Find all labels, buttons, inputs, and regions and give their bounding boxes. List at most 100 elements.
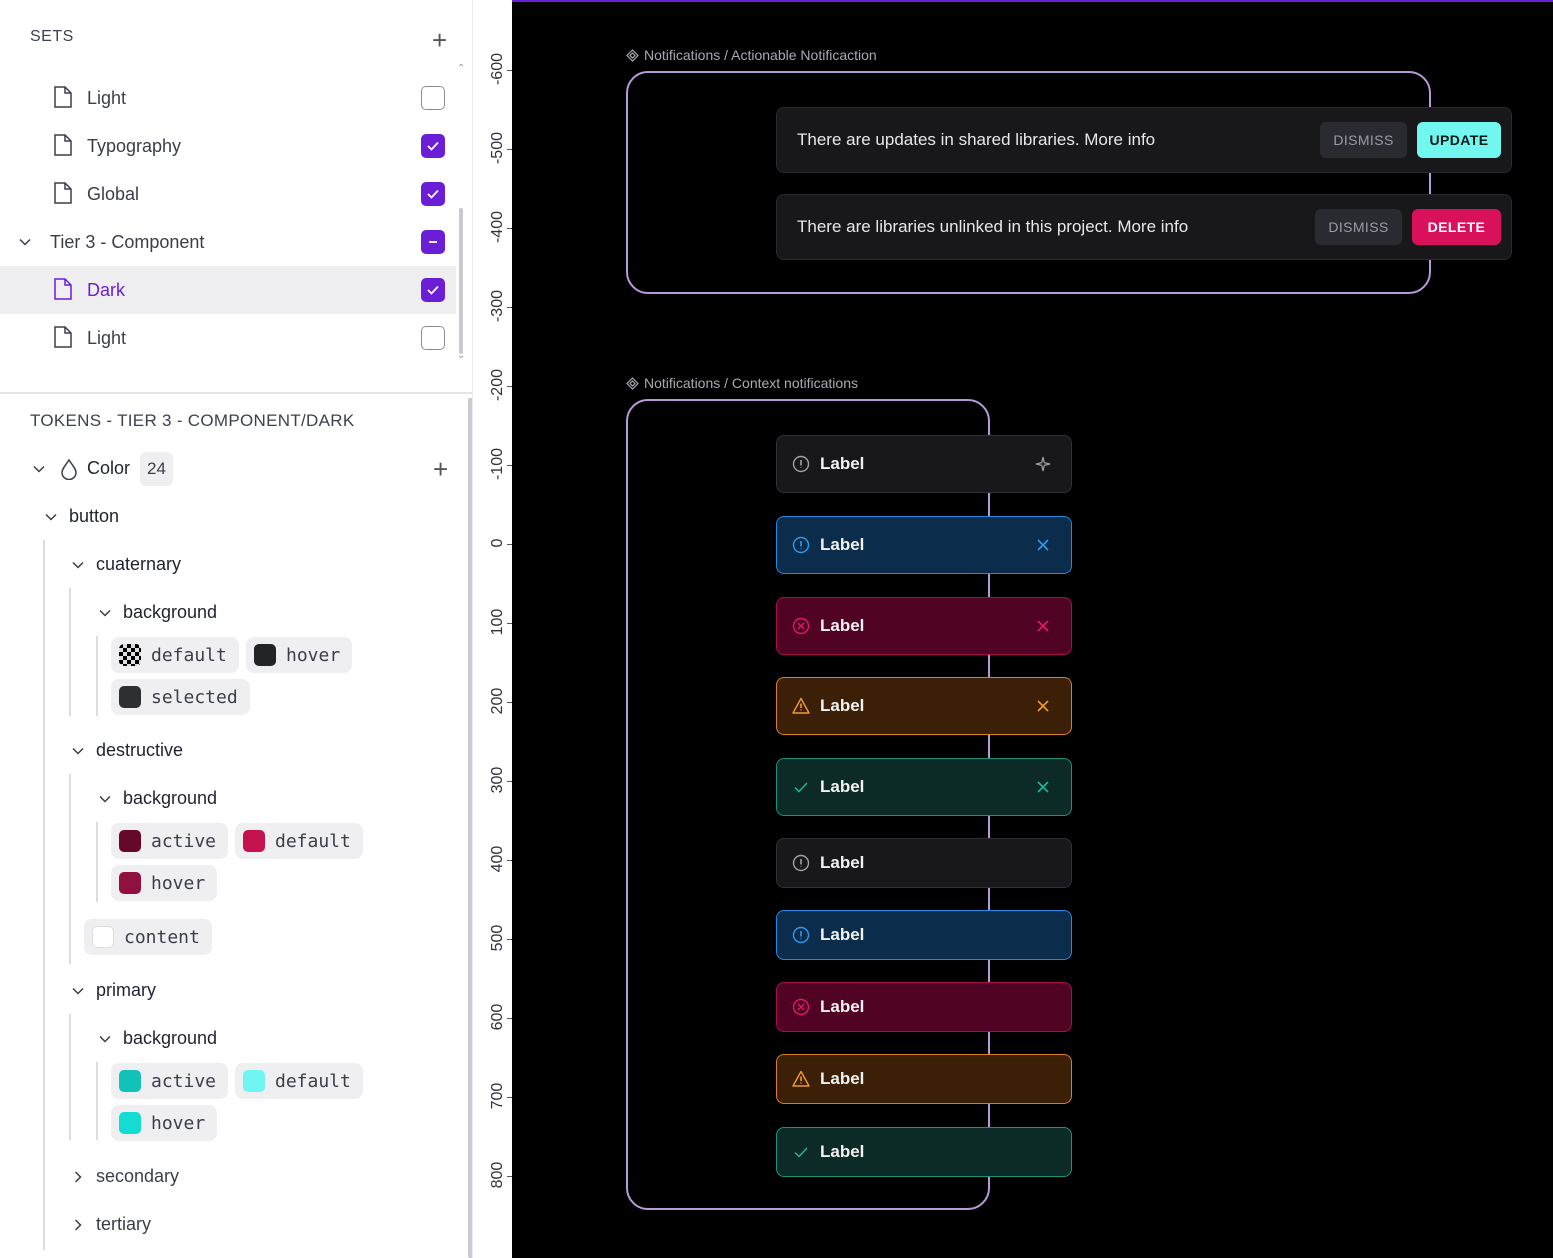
ruler-label: -300: [489, 289, 506, 323]
scroll-up-icon[interactable]: ⌃: [457, 63, 465, 74]
set-checkbox[interactable]: [421, 182, 445, 206]
context-notification-frame[interactable]: Label Label Label Label Label Label Labe…: [626, 399, 1072, 1210]
ruler-label: 600: [489, 1003, 506, 1031]
add-token-plus-icon[interactable]: +: [433, 456, 448, 482]
frame-caption-context[interactable]: Notifications / Context notifications: [626, 375, 858, 391]
context-label: Label: [820, 925, 865, 944]
token-label: hover: [151, 872, 206, 894]
minus-icon: [429, 241, 437, 243]
check-icon: [794, 1147, 808, 1158]
frame-caption-text: Notifications / Actionable Notificaction: [644, 47, 877, 63]
token-pill-active[interactable]: active: [111, 1063, 229, 1099]
token-pill-content[interactable]: content: [84, 919, 212, 955]
chevron-down-icon[interactable]: [98, 1032, 112, 1046]
tree-node-background[interactable]: background: [123, 788, 217, 809]
chevron-right-icon[interactable]: [71, 1218, 85, 1232]
tree-node-background[interactable]: background: [123, 1028, 217, 1049]
tree-node-cuaternary[interactable]: cuaternary: [96, 554, 181, 575]
chevron-down-icon[interactable]: [18, 235, 32, 249]
dismiss-button[interactable]: DISMISS: [1320, 122, 1407, 158]
info-circle-icon: [792, 455, 810, 473]
color-swatch: [119, 1112, 141, 1134]
color-swatch: [119, 1070, 141, 1092]
color-swatch: [243, 1070, 265, 1092]
ruler-label: 100: [489, 608, 506, 636]
set-checkbox[interactable]: [421, 134, 445, 158]
set-item-dark[interactable]: Dark: [0, 266, 456, 314]
set-checkbox-partial[interactable]: [421, 230, 445, 254]
token-label: selected: [151, 686, 238, 708]
chevron-down-icon[interactable]: [98, 606, 112, 620]
frame-caption-actionable[interactable]: Notifications / Actionable Notificaction: [626, 47, 877, 63]
tree-guide: [43, 540, 45, 1250]
chevron-down-icon[interactable]: [32, 462, 46, 476]
sets-scrollbar[interactable]: [459, 208, 463, 354]
ruler-label: 200: [489, 687, 506, 715]
context-notification-success: Label: [776, 758, 1072, 816]
context-label: Label: [820, 696, 865, 715]
tree-guide: [96, 822, 98, 902]
set-item-light[interactable]: Light: [0, 74, 456, 122]
token-label: default: [275, 1070, 351, 1092]
color-group-label: Color: [87, 458, 131, 478]
set-group-tier3-component[interactable]: Tier 3 - Component: [0, 218, 456, 266]
delete-button[interactable]: DELETE: [1412, 209, 1501, 245]
token-pill-hover[interactable]: hover: [111, 1105, 218, 1141]
close-icon[interactable]: [1035, 779, 1051, 795]
chevron-down-icon[interactable]: [71, 558, 85, 572]
token-label: active: [151, 1070, 217, 1092]
ruler-label: 500: [489, 924, 506, 952]
context-label: Label: [820, 454, 865, 473]
token-label: active: [151, 830, 217, 852]
add-set-plus-icon[interactable]: +: [432, 27, 447, 53]
chevron-right-icon[interactable]: [71, 1170, 85, 1184]
close-icon[interactable]: [1035, 537, 1051, 553]
token-pill-hover[interactable]: hover: [246, 637, 353, 673]
ruler-label: 0: [489, 538, 506, 548]
tree-node-primary[interactable]: primary: [96, 980, 156, 1001]
close-icon[interactable]: [1035, 698, 1051, 714]
error-circle-icon: [792, 998, 810, 1016]
token-pill-selected[interactable]: selected: [111, 679, 250, 715]
dismiss-button[interactable]: DISMISS: [1315, 209, 1402, 245]
check-icon: [427, 141, 439, 151]
token-pill-default[interactable]: default: [235, 823, 363, 859]
tree-node-destructive[interactable]: destructive: [96, 740, 183, 761]
set-checkbox[interactable]: [421, 326, 445, 350]
set-checkbox[interactable]: [421, 278, 445, 302]
chevron-down-icon[interactable]: [98, 792, 112, 806]
set-checkbox[interactable]: [421, 86, 445, 110]
tree-guide: [96, 1062, 98, 1140]
tree-node-button[interactable]: button: [69, 506, 119, 527]
context-label: Label: [820, 1142, 865, 1161]
tree-node-secondary[interactable]: secondary: [96, 1166, 179, 1187]
tree-node-background[interactable]: background: [123, 602, 217, 623]
tree-node-tertiary[interactable]: tertiary: [96, 1214, 151, 1235]
set-item-typography[interactable]: Typography: [0, 122, 456, 170]
frame-caption-text: Notifications / Context notifications: [644, 375, 858, 391]
sparkle-icon[interactable]: [1035, 456, 1051, 472]
close-icon[interactable]: [1035, 618, 1051, 634]
color-swatch: [92, 926, 114, 948]
set-item-global[interactable]: Global: [0, 170, 456, 218]
notification-text: There are libraries unlinked in this pro…: [797, 217, 1189, 236]
set-item-light-2[interactable]: Light: [0, 314, 456, 362]
token-pill-default[interactable]: default: [111, 637, 239, 673]
update-button[interactable]: UPDATE: [1417, 122, 1501, 158]
ruler-label: -400: [489, 210, 506, 244]
ruler-label: -600: [489, 52, 506, 86]
chevron-down-icon[interactable]: [71, 744, 85, 758]
token-pill-active[interactable]: active: [111, 823, 229, 859]
color-swatch: [119, 686, 141, 708]
file-icon: [54, 326, 72, 348]
set-label: Global: [87, 183, 140, 204]
token-pill-default[interactable]: default: [235, 1063, 363, 1099]
chevron-down-icon[interactable]: [44, 510, 58, 524]
context-notification-warning: Label: [776, 677, 1072, 735]
chevron-down-icon[interactable]: [71, 984, 85, 998]
set-label: Dark: [87, 279, 126, 300]
check-icon: [427, 285, 439, 295]
token-pill-hover[interactable]: hover: [111, 865, 218, 901]
design-canvas[interactable]: Notifications / Actionable Notificaction…: [512, 0, 1553, 1258]
actionable-notification-frame[interactable]: There are updates in shared libraries. M…: [626, 71, 1512, 294]
